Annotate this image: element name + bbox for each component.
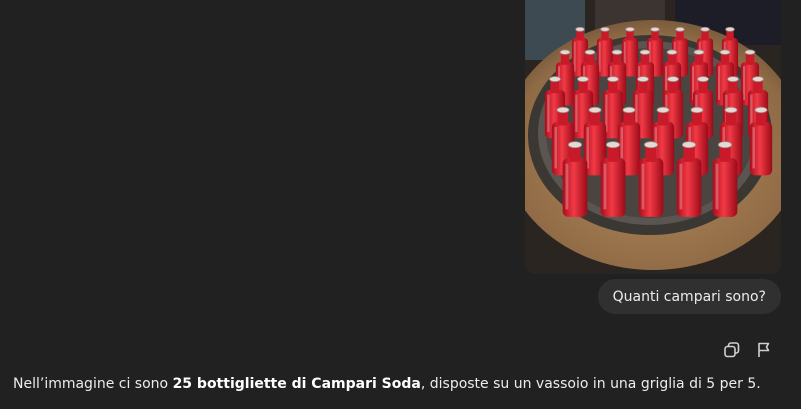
flag-icon — [758, 342, 770, 357]
reply-text-suffix: , disposte su un vassoio in una griglia … — [420, 376, 761, 392]
message-actions — [722, 340, 774, 360]
copy-icon — [724, 342, 740, 358]
flag-button[interactable] — [754, 340, 774, 360]
uploaded-photo[interactable] — [525, 0, 781, 274]
chat-thread: Quanti campari sono? Nell’immagine ci so… — [0, 0, 801, 409]
copy-button[interactable] — [722, 340, 742, 360]
reply-text-bold: 25 bottigliette di Campari Soda — [172, 376, 421, 392]
assistant-reply: Nell’immagine ci sono 25 bottigliette di… — [13, 373, 761, 395]
user-message-text: Quanti campari sono? — [612, 288, 766, 305]
campari-bottles-photo — [525, 0, 781, 274]
reply-text-prefix: Nell’immagine ci sono — [13, 376, 173, 392]
user-message-bubble: Quanti campari sono? — [597, 279, 781, 314]
